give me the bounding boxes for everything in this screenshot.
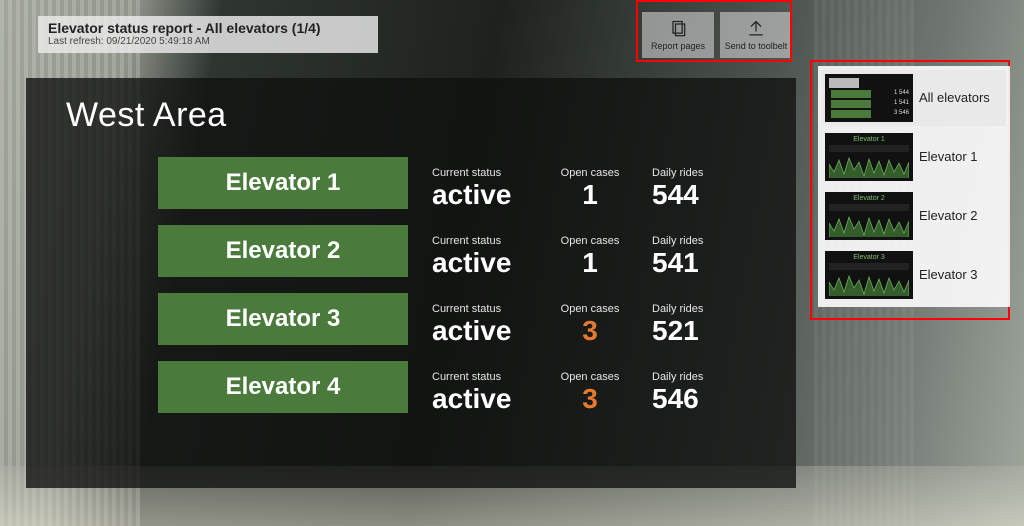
last-refresh: Last refresh: 09/21/2020 5:49:18 AM — [48, 36, 368, 47]
daily-rides-value: 544 — [652, 181, 699, 209]
status-cell: Current status active — [420, 303, 540, 345]
daily-rides-label: Daily rides — [652, 371, 703, 383]
page-thumbnail-item[interactable]: Elevator 3 Elevator 3 — [822, 247, 1006, 303]
elevator-row: Elevator 2 Current status active Open cases… — [66, 225, 772, 277]
daily-rides-value: 521 — [652, 317, 699, 345]
toolbar: Report pages Send to toolbelt — [642, 12, 792, 58]
send-to-toolbelt-button[interactable]: Send to toolbelt — [720, 12, 792, 58]
send-icon — [746, 19, 766, 41]
thumbnail-icon: 1 5441 5413 546 — [825, 74, 913, 122]
elevator-chip[interactable]: Elevator 3 — [158, 293, 408, 345]
open-cases-label: Open cases — [561, 167, 620, 179]
open-cases-value: 3 — [582, 317, 598, 345]
open-cases-cell: Open cases 1 — [540, 235, 640, 277]
status-label: Current status — [432, 371, 501, 383]
report-pages-list: 1 5441 5413 546All elevatorsElevator 1El… — [818, 66, 1010, 307]
send-to-toolbelt-label: Send to toolbelt — [725, 41, 788, 51]
elevator-chip[interactable]: Elevator 4 — [158, 361, 408, 413]
status-value: active — [432, 181, 511, 209]
page-thumbnail-item[interactable]: 1 5441 5413 546 All elevators — [822, 70, 1006, 126]
report-pages-button[interactable]: Report pages — [642, 12, 714, 58]
open-cases-cell: Open cases 3 — [540, 371, 640, 413]
status-label: Current status — [432, 167, 501, 179]
page-thumbnail-item[interactable]: Elevator 1 Elevator 1 — [822, 129, 1006, 185]
elevator-chip[interactable]: Elevator 1 — [158, 157, 408, 209]
status-value: active — [432, 385, 511, 413]
open-cases-cell: Open cases 3 — [540, 303, 640, 345]
page-label: All elevators — [919, 91, 990, 105]
report-pages-label: Report pages — [651, 41, 705, 51]
daily-rides-label: Daily rides — [652, 235, 703, 247]
status-label: Current status — [432, 303, 501, 315]
daily-rides-cell: Daily rides 541 — [640, 235, 750, 277]
elevator-rows: Elevator 1 Current status active Open cases… — [66, 157, 772, 413]
daily-rides-label: Daily rides — [652, 303, 703, 315]
open-cases-label: Open cases — [561, 235, 620, 247]
pages-icon — [668, 19, 688, 41]
open-cases-value: 3 — [582, 385, 598, 413]
thumbnail-icon: Elevator 2 — [825, 192, 913, 240]
status-value: active — [432, 249, 511, 277]
thumbnail-icon: Elevator 1 — [825, 133, 913, 181]
daily-rides-cell: Daily rides 546 — [640, 371, 750, 413]
open-cases-value: 1 — [582, 249, 598, 277]
elevator-row: Elevator 1 Current status active Open cases… — [66, 157, 772, 209]
report-title: Elevator status report - All elevators (… — [48, 20, 368, 36]
open-cases-cell: Open cases 1 — [540, 167, 640, 209]
open-cases-label: Open cases — [561, 371, 620, 383]
elevator-row: Elevator 4 Current status active Open cases… — [66, 361, 772, 413]
status-panel: West Area Elevator 1 Current status active… — [26, 78, 796, 488]
elevator-row: Elevator 3 Current status active Open cases… — [66, 293, 772, 345]
open-cases-value: 1 — [582, 181, 598, 209]
daily-rides-value: 541 — [652, 249, 699, 277]
page-label: Elevator 2 — [919, 209, 978, 223]
page-label: Elevator 3 — [919, 268, 978, 282]
daily-rides-label: Daily rides — [652, 167, 703, 179]
status-cell: Current status active — [420, 371, 540, 413]
thumbnail-icon: Elevator 3 — [825, 251, 913, 299]
daily-rides-value: 546 — [652, 385, 699, 413]
elevator-chip[interactable]: Elevator 2 — [158, 225, 408, 277]
status-value: active — [432, 317, 511, 345]
status-cell: Current status active — [420, 235, 540, 277]
title-block: Elevator status report - All elevators (… — [38, 16, 378, 53]
page-thumbnail-item[interactable]: Elevator 2 Elevator 2 — [822, 188, 1006, 244]
page-label: Elevator 1 — [919, 150, 978, 164]
daily-rides-cell: Daily rides 544 — [640, 167, 750, 209]
status-label: Current status — [432, 235, 501, 247]
status-cell: Current status active — [420, 167, 540, 209]
area-title: West Area — [66, 96, 772, 135]
daily-rides-cell: Daily rides 521 — [640, 303, 750, 345]
open-cases-label: Open cases — [561, 303, 620, 315]
